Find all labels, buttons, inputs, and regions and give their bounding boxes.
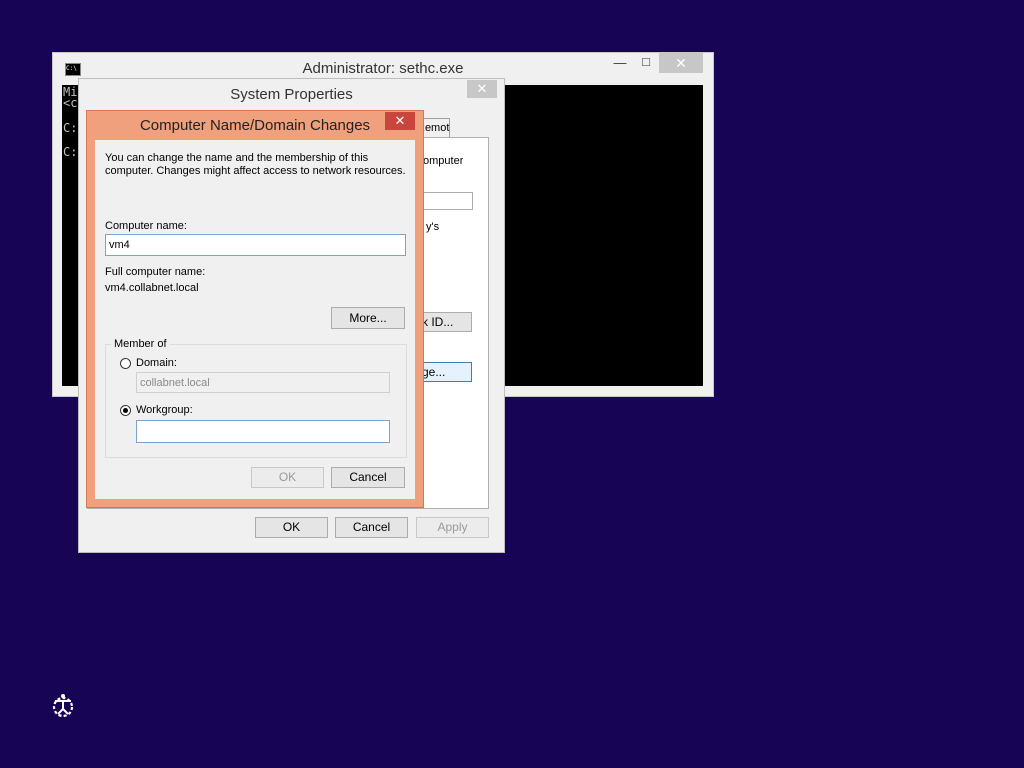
workgroup-input[interactable] xyxy=(136,420,390,443)
ok-button[interactable]: OK xyxy=(255,517,328,538)
cancel-button[interactable]: Cancel xyxy=(335,517,408,538)
computer-description-input[interactable] xyxy=(418,192,473,210)
member-of-label: Member of xyxy=(111,338,170,350)
console-line: C: xyxy=(63,121,78,135)
workgroup-radio[interactable] xyxy=(120,405,131,416)
domain-radio[interactable] xyxy=(120,358,131,369)
change-button[interactable]: ge... xyxy=(418,362,472,382)
description-fragment: omputer xyxy=(423,155,464,167)
description-text: You can change the name and the membersh… xyxy=(105,152,369,164)
system-properties-title: System Properties xyxy=(230,86,353,103)
computer-name-dialog[interactable]: Computer Name/Domain Changes ✕ You can c… xyxy=(86,110,424,508)
console-line: <c xyxy=(63,96,78,110)
dialog-ok-button[interactable]: OK xyxy=(251,467,324,488)
network-id-button[interactable]: k ID... xyxy=(418,312,472,332)
domain-input[interactable]: collabnet.local xyxy=(136,372,390,393)
full-computer-name-value: vm4.collabnet.local xyxy=(105,282,199,294)
label-fragment: y's xyxy=(426,221,440,233)
cmd-close-button[interactable]: ✕ xyxy=(659,53,703,73)
domain-label: Domain: xyxy=(136,357,177,369)
computer-name-dialog-close-button[interactable]: ✕ xyxy=(385,112,415,130)
workgroup-label: Workgroup: xyxy=(136,404,193,416)
maximize-button[interactable]: □ xyxy=(633,52,659,72)
apply-button[interactable]: Apply xyxy=(416,517,489,538)
more-button[interactable]: More... xyxy=(331,307,405,329)
dialog-content: You can change the name and the membersh… xyxy=(95,140,415,499)
full-computer-name-label: Full computer name: xyxy=(105,266,206,278)
description-text: computer. Changes might affect access to… xyxy=(105,165,406,177)
computer-name-label: Computer name: xyxy=(105,220,187,232)
system-properties-close-button[interactable]: ✕ xyxy=(467,80,497,98)
dialog-cancel-button[interactable]: Cancel xyxy=(331,467,405,488)
minimize-button[interactable]: — xyxy=(607,53,633,73)
ease-of-access-icon[interactable] xyxy=(50,692,78,720)
computer-name-dialog-title: Computer Name/Domain Changes xyxy=(139,117,371,134)
computer-name-input[interactable]: vm4 xyxy=(105,234,406,256)
console-line: C: xyxy=(63,145,78,159)
